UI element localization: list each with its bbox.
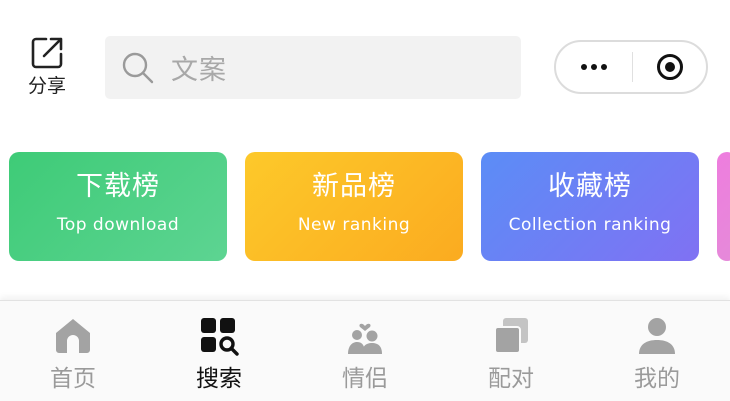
tab-home[interactable]: 首页 <box>0 301 146 401</box>
tab-label: 搜索 <box>196 366 242 392</box>
ranking-card-title: 新品榜 <box>312 171 396 202</box>
ranking-card-collection[interactable]: 收藏榜 Collection ranking <box>481 152 699 261</box>
tab-label: 情侣 <box>342 366 388 392</box>
ranking-card-subtitle: Collection ranking <box>508 215 672 235</box>
share-label: 分享 <box>27 75 66 97</box>
ranking-card-partial[interactable] <box>717 152 730 261</box>
search-grid-icon <box>201 318 239 356</box>
ranking-card-download[interactable]: 下载榜 Top download <box>9 152 227 261</box>
couple-icon <box>348 323 382 354</box>
share-button[interactable]: 分享 <box>18 33 76 99</box>
more-dots-icon[interactable] <box>556 42 632 92</box>
tab-profile[interactable]: 我的 <box>584 301 730 401</box>
search-bar[interactable]: 文案 <box>105 36 521 99</box>
ranking-card-subtitle: New ranking <box>297 215 411 235</box>
tab-label: 配对 <box>488 366 534 392</box>
tab-label: 首页 <box>50 366 96 392</box>
tab-search[interactable]: 搜索 <box>146 301 292 401</box>
search-icon <box>122 52 154 83</box>
pair-cards-icon <box>494 318 528 354</box>
ranking-card-subtitle: Top download <box>56 215 180 235</box>
ranking-card-title: 下载榜 <box>76 171 160 202</box>
profile-icon <box>639 318 675 354</box>
search-placeholder: 文案 <box>171 55 227 86</box>
capsule-close-button[interactable] <box>633 42 706 92</box>
home-icon <box>56 319 90 353</box>
tab-pair[interactable]: 配对 <box>438 301 584 401</box>
target-circle-icon <box>656 54 683 80</box>
bottom-tab-bar: 首页 搜索 情侣 配对 我的 <box>0 300 730 401</box>
share-icon <box>31 37 63 69</box>
ranking-card-title: 收藏榜 <box>548 171 632 202</box>
ranking-card-new[interactable]: 新品榜 New ranking <box>245 152 463 261</box>
tab-couple[interactable]: 情侣 <box>292 301 438 401</box>
mini-program-capsule <box>554 40 708 94</box>
tab-label: 我的 <box>634 366 680 392</box>
